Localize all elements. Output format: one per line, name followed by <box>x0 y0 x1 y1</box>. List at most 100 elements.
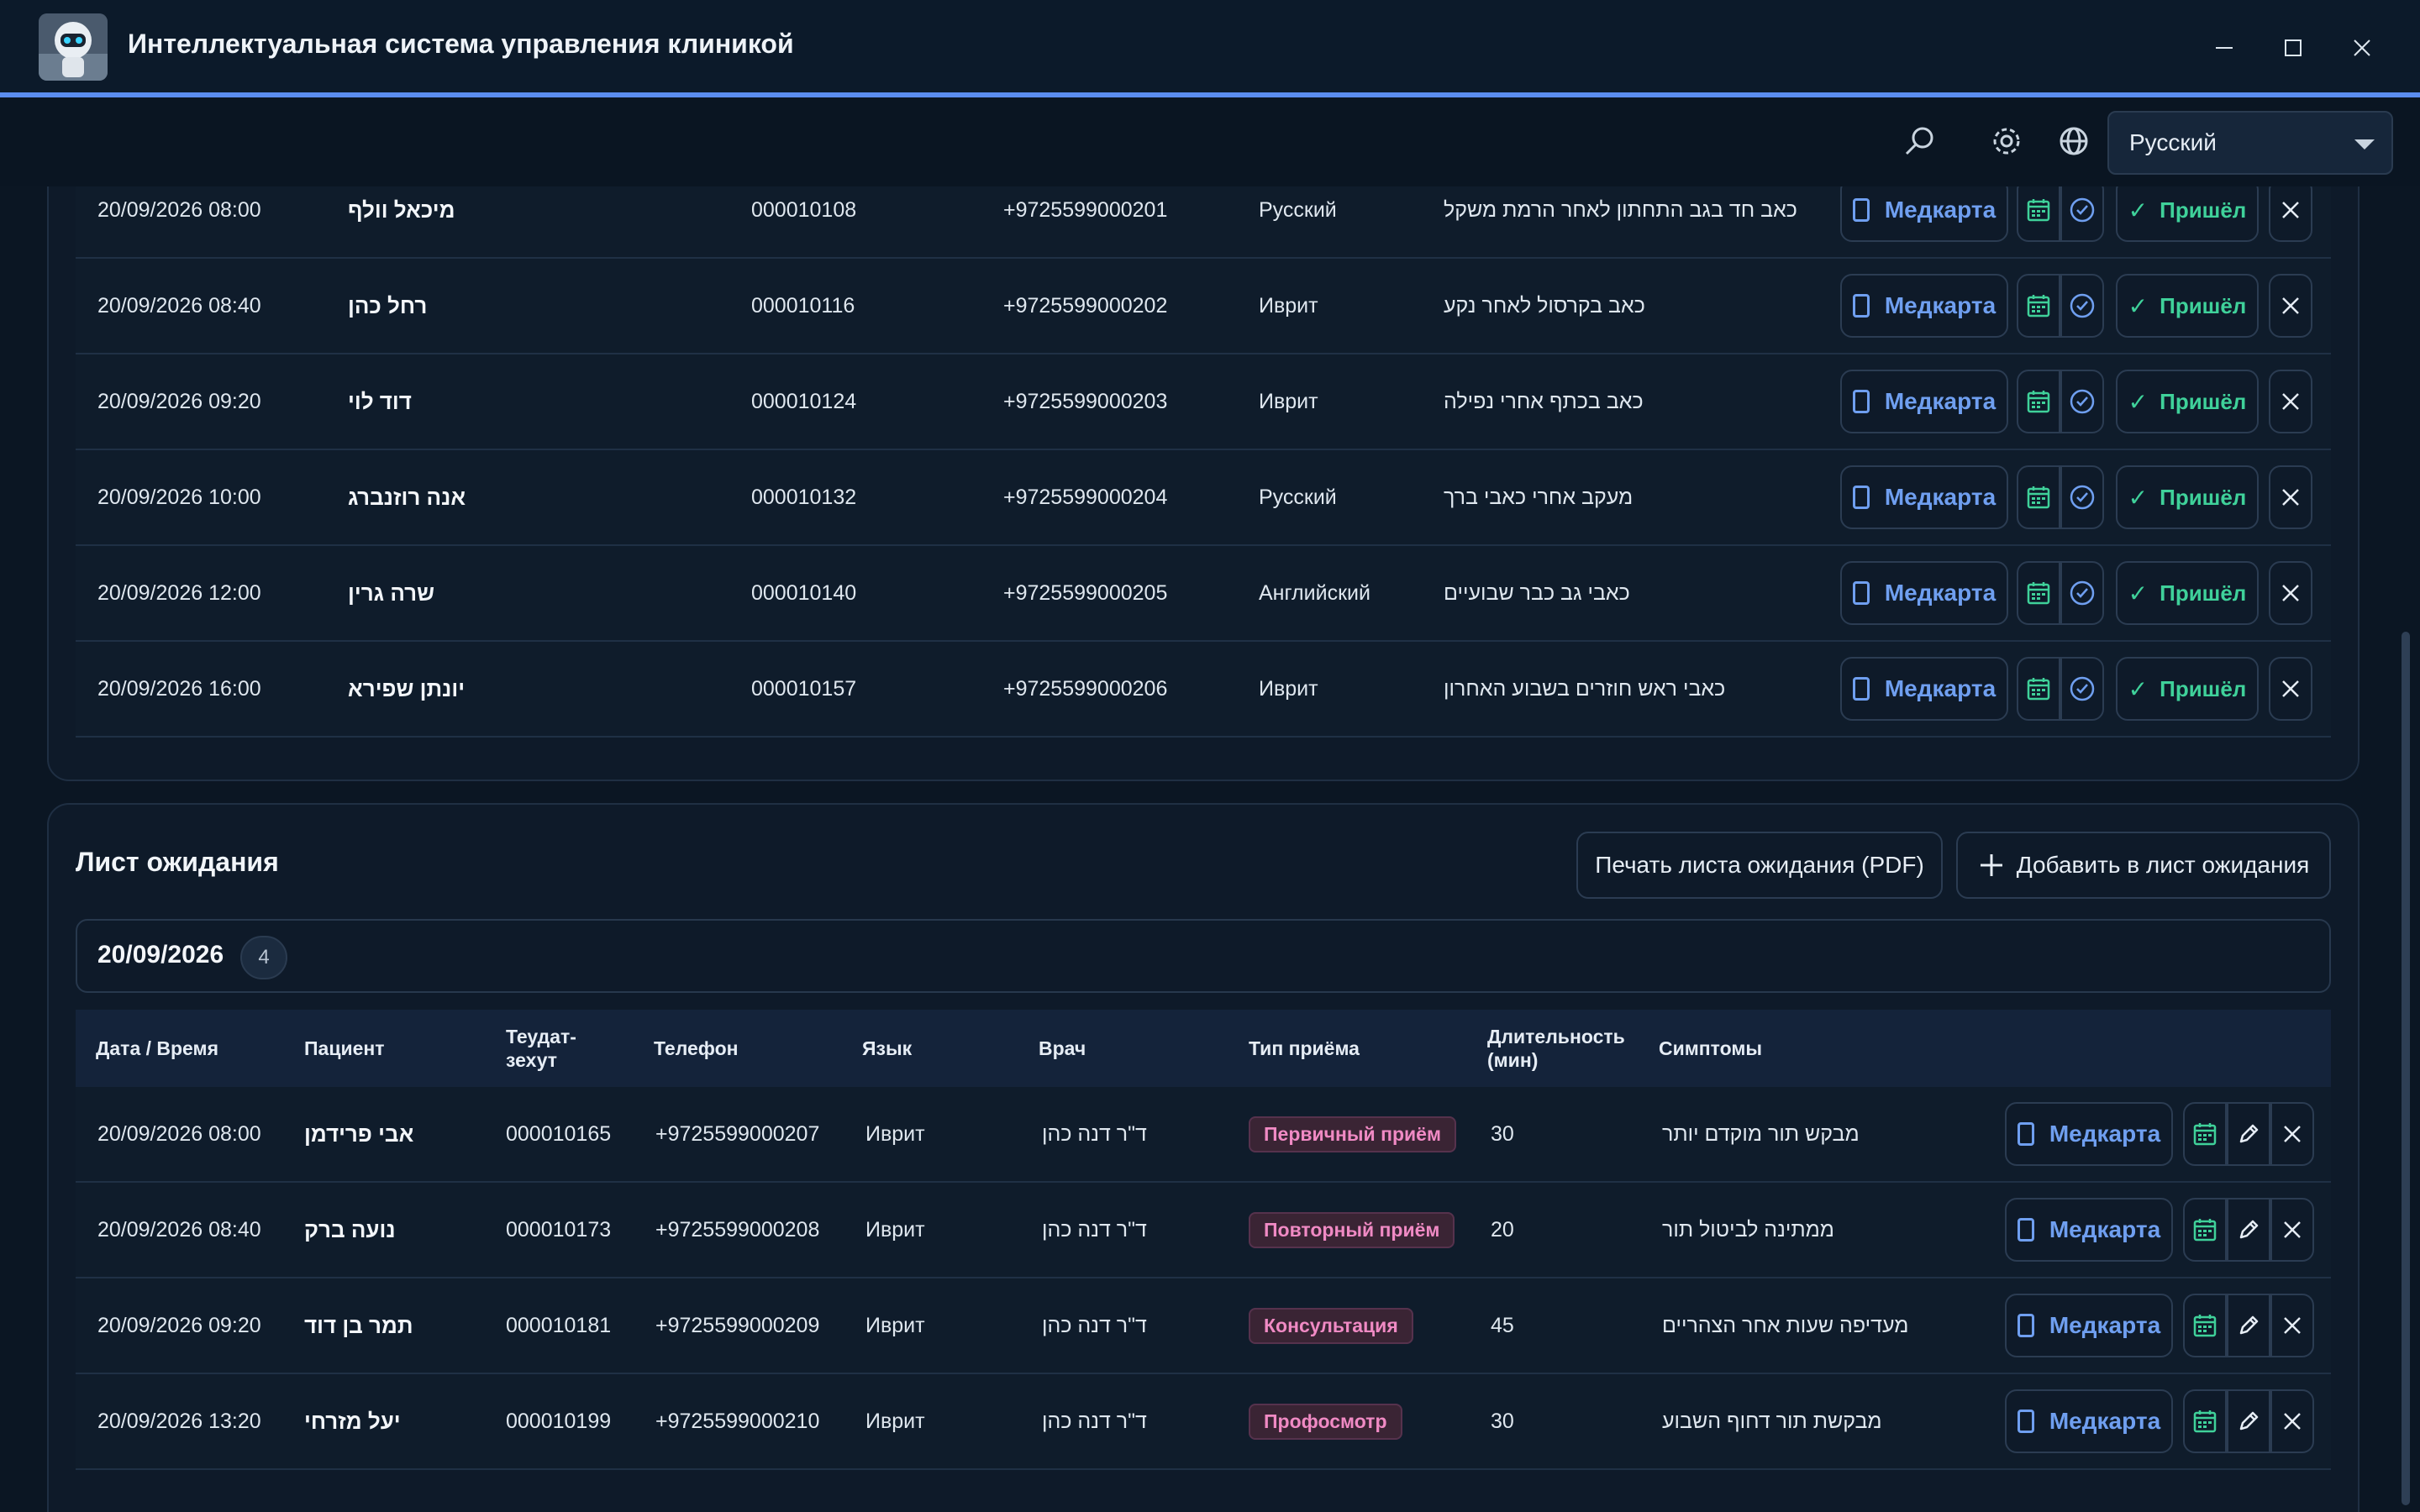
arrived-button[interactable]: ✓ Пришёл <box>2116 186 2259 242</box>
arrived-button[interactable]: ✓ Пришёл <box>2116 274 2259 338</box>
table-row[interactable]: 20/09/2026 13:20 יעל מזרחי 000010199 +97255… <box>76 1374 2331 1470</box>
patient-phone: +9725599000210 <box>655 1409 820 1433</box>
table-row[interactable]: 20/09/2026 16:00 יונתן שפירא 000010157 +972… <box>76 642 2331 738</box>
table-row[interactable]: 20/09/2026 08:40 נועה ברק 000010173 +972559… <box>76 1183 2331 1278</box>
scrollbar-thumb[interactable] <box>2402 632 2410 1505</box>
table-row[interactable]: 20/09/2026 08:00 אבי פרידמן 000010165 +9725… <box>76 1087 2331 1183</box>
confirm-button[interactable] <box>2060 186 2104 242</box>
arrived-button[interactable]: ✓ Пришёл <box>2116 561 2259 625</box>
remove-button[interactable] <box>2270 1198 2314 1262</box>
medcard-button[interactable]: Медкарта <box>1840 370 2008 433</box>
medcard-button[interactable]: Медкарта <box>1840 274 2008 338</box>
table-row[interactable]: 20/09/2026 09:20 דוד לוי 000010124 +9725599… <box>76 354 2331 450</box>
patient-name[interactable]: רחל כהן <box>348 259 427 353</box>
cancel-appointment-button[interactable] <box>2269 274 2312 338</box>
pencil-icon <box>2239 1315 2259 1335</box>
patient-id: 000010108 <box>751 197 857 222</box>
confirm-button[interactable] <box>2060 657 2104 721</box>
arrived-button[interactable]: ✓ Пришёл <box>2116 370 2259 433</box>
confirm-button[interactable] <box>2060 465 2104 529</box>
arrived-button[interactable]: ✓ Пришёл <box>2116 657 2259 721</box>
patient-phone: +9725599000202 <box>1003 293 1168 318</box>
patient-name[interactable]: יעל מזרחי <box>304 1374 401 1468</box>
patient-name[interactable]: אנה רוזנברג <box>348 450 466 544</box>
waitlist-datetime: 20/09/2026 13:20 <box>97 1409 261 1433</box>
calendar-icon <box>2027 199 2050 222</box>
reschedule-button[interactable] <box>2017 370 2060 433</box>
medcard-button[interactable]: Медкарта <box>2005 1294 2173 1357</box>
language-select[interactable]: Русский <box>2107 111 2393 175</box>
schedule-button[interactable] <box>2183 1198 2227 1262</box>
schedule-button[interactable] <box>2183 1389 2227 1453</box>
medcard-button[interactable]: Медкарта <box>2005 1389 2173 1453</box>
appointment-datetime: 20/09/2026 12:00 <box>97 580 261 605</box>
scrollbar-track[interactable] <box>2400 186 2412 1512</box>
date-group-date: 20/09/2026 <box>97 941 224 969</box>
patient-phone: +9725599000208 <box>655 1217 820 1242</box>
duration: 20 <box>1491 1217 1514 1242</box>
reschedule-button[interactable] <box>2017 274 2060 338</box>
remove-button[interactable] <box>2270 1294 2314 1357</box>
confirm-button[interactable] <box>2060 274 2104 338</box>
patient-name[interactable]: דוד לוי <box>348 354 412 449</box>
confirm-button[interactable] <box>2060 370 2104 433</box>
medcard-button[interactable]: Медкарта <box>1840 657 2008 721</box>
calendar-icon <box>2193 1410 2217 1433</box>
patient-name[interactable]: יונתן שפירא <box>348 642 465 736</box>
close-icon <box>2284 1413 2301 1430</box>
reschedule-button[interactable] <box>2017 186 2060 242</box>
check-circle-icon <box>2070 580 2095 606</box>
patient-name[interactable]: שרה גרין <box>348 546 434 640</box>
settings-button[interactable] <box>1981 116 2032 166</box>
confirm-button[interactable] <box>2060 561 2104 625</box>
close-window-button[interactable] <box>2333 18 2391 77</box>
medcard-button[interactable]: Медкарта <box>2005 1102 2173 1166</box>
minimize-button[interactable] <box>2195 18 2254 77</box>
patient-name[interactable]: אבי פרידמן <box>304 1087 413 1181</box>
cancel-appointment-button[interactable] <box>2269 657 2312 721</box>
remove-button[interactable] <box>2270 1102 2314 1166</box>
patient-name[interactable]: מיכאל וולף <box>348 186 455 257</box>
cancel-appointment-button[interactable] <box>2269 186 2312 242</box>
patient-name[interactable]: תמר בן דוד <box>304 1278 413 1373</box>
language-button[interactable] <box>2049 116 2099 166</box>
maximize-button[interactable] <box>2264 18 2323 77</box>
medcard-button[interactable]: Медкарта <box>1840 561 2008 625</box>
patient-name[interactable]: נועה ברק <box>304 1183 396 1277</box>
reschedule-button[interactable] <box>2017 657 2060 721</box>
schedule-button[interactable] <box>2183 1294 2227 1357</box>
table-row[interactable]: 20/09/2026 10:00 אנה רוזנברג 000010132 +972… <box>76 450 2331 546</box>
reschedule-button[interactable] <box>2017 561 2060 625</box>
edit-button[interactable] <box>2227 1389 2270 1453</box>
table-row[interactable]: 20/09/2026 09:20 תמר בן דוד 000010181 +9725… <box>76 1278 2331 1374</box>
document-icon <box>1852 294 1870 318</box>
col-datetime: Дата / Время <box>96 1037 218 1059</box>
cancel-appointment-button[interactable] <box>2269 465 2312 529</box>
remove-button[interactable] <box>2270 1389 2314 1453</box>
table-row[interactable]: 20/09/2026 08:00 מיכאל וולף 000010108 +9725… <box>76 186 2331 259</box>
cancel-appointment-button[interactable] <box>2269 370 2312 433</box>
medcard-button[interactable]: Медкарта <box>1840 465 2008 529</box>
schedule-button[interactable] <box>2183 1102 2227 1166</box>
table-row[interactable]: 20/09/2026 12:00 שרה גרין 000010140 +972559… <box>76 546 2331 642</box>
search-button[interactable] <box>1894 116 1944 166</box>
calendar-icon <box>2027 582 2050 605</box>
cancel-appointment-button[interactable] <box>2269 561 2312 625</box>
appointment-datetime: 20/09/2026 08:40 <box>97 293 261 318</box>
reschedule-button[interactable] <box>2017 465 2060 529</box>
arrived-button[interactable]: ✓ Пришёл <box>2116 465 2259 529</box>
date-group-header[interactable]: 20/09/2026 4 <box>76 919 2331 993</box>
table-row[interactable]: 20/09/2026 08:40 רחל כהן 000010116 +9725599… <box>76 259 2331 354</box>
chevron-down-icon <box>2354 139 2375 150</box>
appointment-datetime: 20/09/2026 08:00 <box>97 197 261 222</box>
edit-button[interactable] <box>2227 1102 2270 1166</box>
check-circle-icon <box>2070 197 2095 223</box>
add-to-waitlist-button[interactable]: Добавить в лист ожидания <box>1956 832 2331 899</box>
edit-button[interactable] <box>2227 1198 2270 1262</box>
doctor-name: ד"ר דנה כהן <box>1042 1217 1147 1242</box>
patient-language: Иврит <box>865 1217 925 1242</box>
medcard-button[interactable]: Медкарта <box>2005 1198 2173 1262</box>
edit-button[interactable] <box>2227 1294 2270 1357</box>
medcard-button[interactable]: Медкарта <box>1840 186 2008 242</box>
print-waitlist-button[interactable]: Печать листа ожидания (PDF) <box>1576 832 1943 899</box>
